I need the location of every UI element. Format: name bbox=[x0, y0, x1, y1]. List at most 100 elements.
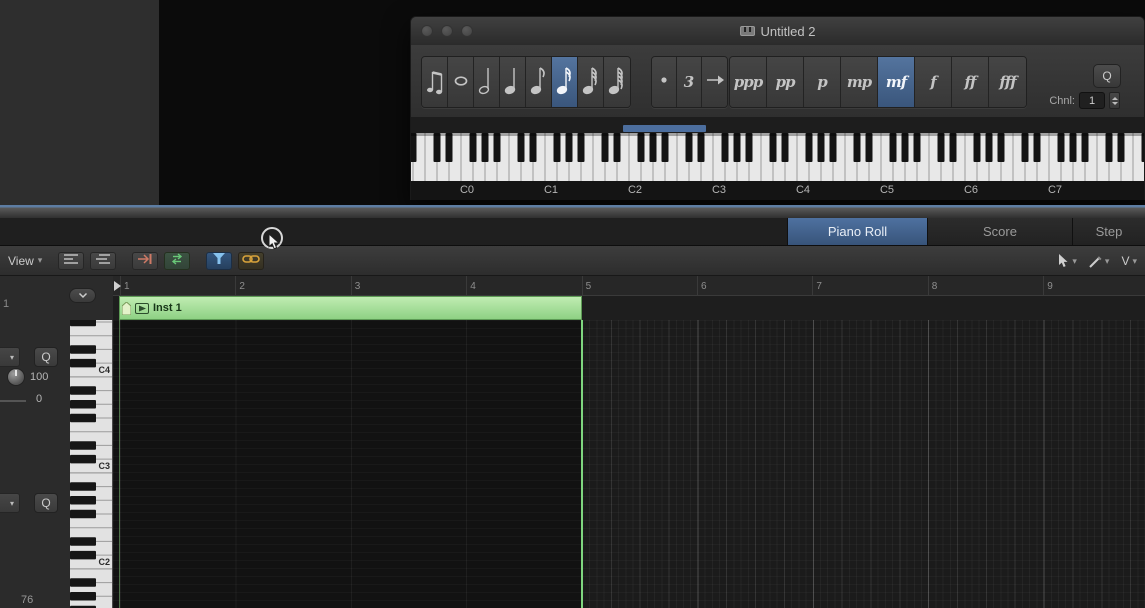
velocity-knob[interactable] bbox=[7, 368, 25, 386]
triplet-icon: 3 bbox=[683, 72, 695, 91]
piano-roll-grid[interactable] bbox=[113, 320, 1145, 608]
bar-number: 9 bbox=[1047, 281, 1053, 292]
minimize-button[interactable] bbox=[441, 25, 453, 37]
quantize-q-button[interactable]: Q bbox=[34, 347, 58, 367]
sixteenth-note-button[interactable] bbox=[552, 57, 578, 107]
dynamics-group: ppp pp p mp mf f ff fff bbox=[729, 56, 1027, 108]
track-number: 1 bbox=[3, 298, 10, 310]
midi-in-icon bbox=[137, 252, 153, 270]
octave-label: C6 bbox=[963, 184, 979, 196]
scale-quantize-q-button[interactable]: Q bbox=[34, 493, 58, 513]
tie-button[interactable] bbox=[702, 57, 727, 107]
zoom-button[interactable] bbox=[461, 25, 473, 37]
bar-tick bbox=[1043, 276, 1045, 295]
transpose-slider[interactable] bbox=[0, 400, 26, 402]
velocity-value: 100 bbox=[30, 371, 49, 383]
bar-number: 1 bbox=[124, 281, 130, 292]
channel-value[interactable]: 1 bbox=[1079, 92, 1105, 109]
chevron-down-icon: ▾ bbox=[1072, 255, 1077, 266]
region-grid-area[interactable] bbox=[113, 320, 582, 608]
octave-label: C4 bbox=[795, 184, 811, 196]
svg-text:C4: C4 bbox=[98, 365, 110, 375]
chevron-down-icon: ▾ bbox=[37, 255, 43, 265]
half-note-icon bbox=[477, 61, 497, 104]
scale-quantize-dropdown[interactable]: ▾ bbox=[0, 493, 20, 513]
midi-region-header[interactable]: Inst 1 bbox=[119, 296, 582, 320]
midi-in-button[interactable] bbox=[132, 251, 159, 270]
region-right-edge[interactable] bbox=[581, 320, 583, 608]
channel-stepper[interactable] bbox=[1109, 92, 1120, 109]
close-button[interactable] bbox=[421, 25, 433, 37]
dynamic-p-button[interactable]: p bbox=[804, 57, 841, 107]
link-button[interactable] bbox=[238, 251, 265, 270]
velocity-tool-button[interactable]: V ▾ bbox=[1121, 254, 1137, 268]
dot-icon bbox=[654, 61, 674, 104]
window-title: Untitled 2 bbox=[739, 24, 815, 39]
midi-out-button[interactable] bbox=[164, 251, 191, 270]
note-rows-icon bbox=[95, 252, 111, 270]
inspector-disclosure-button[interactable] bbox=[69, 288, 96, 303]
svg-text:C2: C2 bbox=[98, 557, 110, 567]
dynamic-ppp-button[interactable]: ppp bbox=[730, 57, 767, 107]
keyboard-icon bbox=[739, 24, 755, 39]
window-titlebar[interactable]: Untitled 2 bbox=[411, 17, 1144, 46]
bar-number: 7 bbox=[816, 281, 822, 292]
dynamic-f-button[interactable]: f bbox=[915, 57, 952, 107]
half-note-button[interactable] bbox=[474, 57, 500, 107]
tab-score[interactable]: Score bbox=[927, 218, 1072, 245]
whole-note-icon bbox=[451, 61, 471, 104]
bar-tick bbox=[235, 276, 237, 295]
dynamic-mf-button[interactable]: mf bbox=[878, 57, 915, 107]
region-left-edge bbox=[119, 320, 120, 608]
bar-ruler[interactable]: 1 2 3 4 5 6 7 8 9 bbox=[113, 276, 1145, 296]
triplet-button[interactable]: 3 bbox=[677, 57, 702, 107]
octave-label: C1 bbox=[543, 184, 559, 196]
dynamic-pp-button[interactable]: pp bbox=[767, 57, 804, 107]
tool-selectors: ▾ ▾ V ▾ bbox=[1058, 250, 1137, 272]
quarter-note-button[interactable] bbox=[500, 57, 526, 107]
catch-button[interactable] bbox=[206, 251, 233, 270]
pencil-tool-button[interactable]: ▾ bbox=[1089, 255, 1109, 268]
articulation-group: 3 bbox=[651, 56, 728, 108]
vertical-piano-keyboard[interactable]: C4 C3 C2 bbox=[70, 320, 113, 608]
event-list-button[interactable] bbox=[58, 251, 85, 270]
bar-number: 4 bbox=[470, 281, 476, 292]
step-input-window: Untitled 2 3 ppp pp p mp mf f ff fff Q Chnl: 1 … bbox=[410, 16, 1145, 200]
bar-number: 3 bbox=[354, 281, 361, 292]
dynamic-mp-button[interactable]: mp bbox=[841, 57, 878, 107]
thirty-second-note-button[interactable] bbox=[578, 57, 604, 107]
octave-label: C2 bbox=[627, 184, 643, 196]
screen: Untitled 2 3 ppp pp p mp mf f ff fff Q Chnl: 1 … bbox=[0, 0, 1145, 608]
octave-label: C7 bbox=[1047, 184, 1063, 196]
keyboard-range-indicator[interactable] bbox=[623, 125, 706, 132]
sixty-fourth-note-button[interactable] bbox=[604, 57, 630, 107]
onscreen-keyboard[interactable] bbox=[411, 133, 1144, 181]
eighth-note-button[interactable] bbox=[526, 57, 552, 107]
toolbar-icons bbox=[58, 251, 265, 270]
view-menu-button[interactable]: View ▾ bbox=[8, 254, 42, 268]
dynamic-ff-button[interactable]: ff bbox=[952, 57, 989, 107]
empty-grid-area[interactable] bbox=[582, 320, 1145, 608]
dynamic-fff-button[interactable]: fff bbox=[989, 57, 1026, 107]
beamed-pair-button[interactable] bbox=[422, 57, 448, 107]
note-rows-button[interactable] bbox=[90, 251, 117, 270]
region-marker-icon bbox=[122, 301, 131, 315]
beamed-pair-icon bbox=[425, 61, 445, 104]
bottom-value: 76 bbox=[21, 594, 34, 606]
quantize-button[interactable]: Q bbox=[1093, 64, 1121, 88]
quantize-mode-dropdown[interactable]: ▾ bbox=[0, 347, 20, 367]
tab-piano-roll[interactable]: Piano Roll bbox=[787, 218, 927, 245]
tab-step[interactable]: Step bbox=[1072, 218, 1145, 245]
velocity-tool-label: V bbox=[1121, 254, 1130, 268]
bar-number: 6 bbox=[701, 281, 707, 292]
window-divider[interactable] bbox=[0, 205, 1145, 218]
whole-note-button[interactable] bbox=[448, 57, 474, 107]
chevron-down-icon: ▾ bbox=[9, 352, 14, 362]
pointer-tool-button[interactable]: ▾ bbox=[1058, 254, 1077, 268]
region-play-icon[interactable] bbox=[135, 302, 149, 314]
link-icon bbox=[242, 252, 261, 270]
dot-button[interactable] bbox=[652, 57, 677, 107]
editor-workspace: 1 ▾ Q 100 0 ▾ Q 76 123456789 Inst 1 C4 C… bbox=[0, 276, 1145, 608]
stepper-up-icon bbox=[1111, 96, 1118, 100]
traffic-lights bbox=[421, 25, 481, 37]
